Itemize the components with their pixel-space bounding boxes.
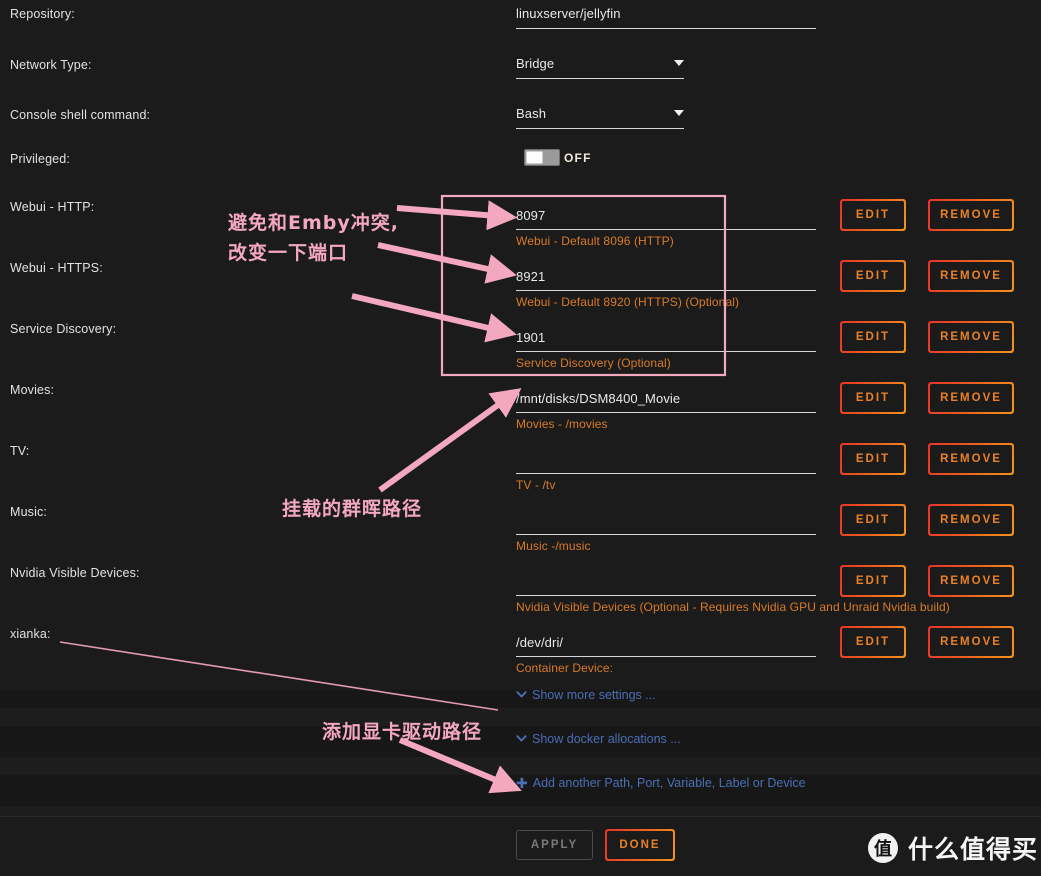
watermark-logo-icon: 值	[868, 833, 898, 863]
webui-https-input[interactable]: 8921	[516, 269, 545, 284]
webui-https-underline	[516, 290, 816, 291]
field-label-music: Music:	[10, 505, 48, 519]
field-label-tv: TV:	[10, 444, 30, 458]
show-more-settings-label: Show more settings ...	[532, 688, 656, 702]
webui-https-hint: Webui - Default 8920 (HTTPS) (Optional)	[516, 295, 740, 309]
apply-button[interactable]: APPLY	[516, 830, 593, 860]
edit-button-service-discovery[interactable]: EDIT	[840, 321, 906, 353]
edit-button-movies[interactable]: EDIT	[840, 382, 906, 414]
annotation-arrow-https	[377, 242, 517, 284]
privileged-toggle[interactable]	[524, 149, 560, 166]
console-shell-select[interactable]: Bash	[516, 106, 546, 121]
watermark: 值 什么值得买	[868, 830, 1038, 866]
network-type-select[interactable]: Bridge	[516, 56, 554, 71]
field-label-privileged: Privileged:	[10, 152, 71, 166]
row-band	[0, 708, 1041, 726]
webui-http-hint: Webui - Default 8096 (HTTP)	[516, 234, 674, 248]
music-path-underline	[516, 534, 816, 535]
annotation-mount-note: 挂载的群晖路径	[282, 498, 423, 520]
movies-path-hint: Movies - /movies	[516, 417, 608, 431]
edit-button-tv[interactable]: EDIT	[840, 443, 906, 475]
service-discovery-underline	[516, 351, 816, 352]
remove-button-webui-https[interactable]: REMOVE	[928, 260, 1014, 292]
webui-http-underline	[516, 229, 816, 230]
remove-button-service-discovery[interactable]: REMOVE	[928, 321, 1014, 353]
add-another-link[interactable]: ✚ Add another Path, Port, Variable, Labe…	[516, 776, 806, 790]
annotation-arrow-mount	[378, 388, 522, 493]
chevron-down-icon	[516, 689, 527, 700]
ports-highlight-box	[440, 194, 727, 377]
network-type-underline	[516, 78, 684, 79]
annotation-arrow-http	[396, 200, 518, 231]
row-band	[0, 806, 1041, 816]
edit-button-webui-https[interactable]: EDIT	[840, 260, 906, 292]
privileged-toggle-state: OFF	[564, 151, 592, 165]
plus-icon: ✚	[516, 775, 528, 791]
movies-path-underline	[516, 412, 816, 413]
show-more-settings-link[interactable]: Show more settings ...	[516, 688, 656, 702]
nvidia-devices-hint: Nvidia Visible Devices (Optional - Requi…	[516, 600, 950, 614]
edit-button-xianka[interactable]: EDIT	[840, 626, 906, 658]
toggle-knob	[526, 151, 543, 164]
tv-path-hint: TV - /tv	[516, 478, 556, 492]
edit-button-music[interactable]: EDIT	[840, 504, 906, 536]
xianka-device-underline	[516, 656, 816, 657]
done-button[interactable]: DONE	[605, 829, 675, 861]
watermark-text: 什么值得买	[908, 835, 1039, 864]
console-shell-underline	[516, 128, 684, 129]
edit-button-webui-http[interactable]: EDIT	[840, 199, 906, 231]
remove-button-music[interactable]: REMOVE	[928, 504, 1014, 536]
webui-http-input[interactable]: 8097	[516, 208, 545, 223]
annotation-arrow-discovery	[351, 293, 517, 343]
field-label-network-type: Network Type:	[10, 58, 92, 72]
remove-button-xianka[interactable]: REMOVE	[928, 626, 1014, 658]
field-label-movies: Movies:	[10, 383, 55, 397]
music-path-hint: Music -/music	[516, 539, 591, 553]
movies-path-input[interactable]: /mnt/disks/DSM8400_Movie	[516, 391, 680, 406]
add-another-label: Add another Path, Port, Variable, Label …	[532, 776, 806, 790]
field-label-repository: Repository:	[10, 7, 75, 21]
show-docker-allocations-link[interactable]: Show docker allocations ...	[516, 732, 681, 746]
chevron-down-icon	[516, 733, 527, 744]
service-discovery-input[interactable]: 1901	[516, 330, 545, 345]
remove-button-webui-http[interactable]: REMOVE	[928, 199, 1014, 231]
xianka-device-hint: Container Device:	[516, 661, 614, 675]
annotation-ports-line2: 改变一下端口	[228, 242, 349, 264]
field-label-nvidia-devices: Nvidia Visible Devices:	[10, 566, 140, 580]
repository-input[interactable]: linuxserver/jellyfin	[516, 6, 621, 21]
field-label-webui-https: Webui - HTTPS:	[10, 261, 103, 275]
xianka-device-input[interactable]: /dev/dri/	[516, 635, 563, 650]
service-discovery-hint: Service Discovery (Optional)	[516, 356, 671, 370]
nvidia-devices-underline	[516, 595, 816, 596]
field-label-console-shell: Console shell command:	[10, 108, 151, 122]
edit-button-nvidia[interactable]: EDIT	[840, 565, 906, 597]
repository-input-underline	[516, 28, 816, 29]
show-docker-allocations-label: Show docker allocations ...	[532, 732, 681, 746]
chevron-down-icon[interactable]	[674, 110, 684, 116]
remove-button-tv[interactable]: REMOVE	[928, 443, 1014, 475]
annotation-gpu-note: 添加显卡驱动路径	[322, 721, 483, 743]
tv-path-underline	[516, 473, 816, 474]
field-label-service-discovery: Service Discovery:	[10, 322, 117, 336]
annotation-ports-line1: 避免和Emby冲突,	[228, 212, 399, 234]
remove-button-nvidia[interactable]: REMOVE	[928, 565, 1014, 597]
row-band	[0, 757, 1041, 775]
remove-button-movies[interactable]: REMOVE	[928, 382, 1014, 414]
field-label-webui-http: Webui - HTTP:	[10, 200, 95, 214]
chevron-down-icon[interactable]	[674, 60, 684, 66]
docker-container-settings-form: Repository: Network Type: Console shell …	[0, 0, 1041, 876]
footer-divider	[0, 816, 1041, 817]
field-label-xianka: xianka:	[10, 627, 51, 641]
